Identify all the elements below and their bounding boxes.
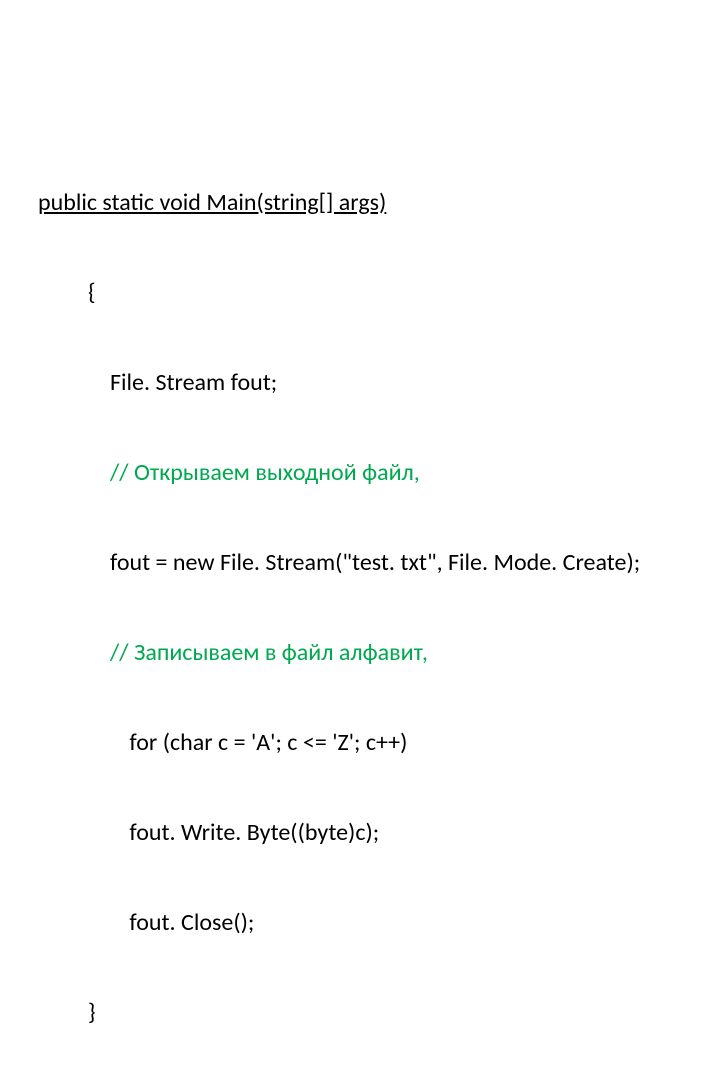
code-block: public static void Main(string[] args) {… [38,128,720,1080]
code-line-writebyte: fout. Write. Byte((byte)c); [38,818,720,848]
code-line-close: fout. Close(); [38,908,720,938]
code-line-assign: fout = new File. Stream("test. txt", Fil… [38,548,720,578]
code-line-comment-write: // Записываем в файл алфавит, [38,638,720,668]
code-line-var-decl: File. Stream fout; [38,368,720,398]
slide: public static void Main(string[] args) {… [0,0,720,540]
code-line-close-brace: } [38,998,720,1028]
code-line-for: for (char c = 'A'; c <= 'Z'; c++) [38,728,720,758]
code-line-open-brace: { [38,278,720,308]
code-line-declaration: public static void Main(string[] args) [38,188,720,218]
code-line-comment-open: // Открываем выходной файл, [38,458,720,488]
